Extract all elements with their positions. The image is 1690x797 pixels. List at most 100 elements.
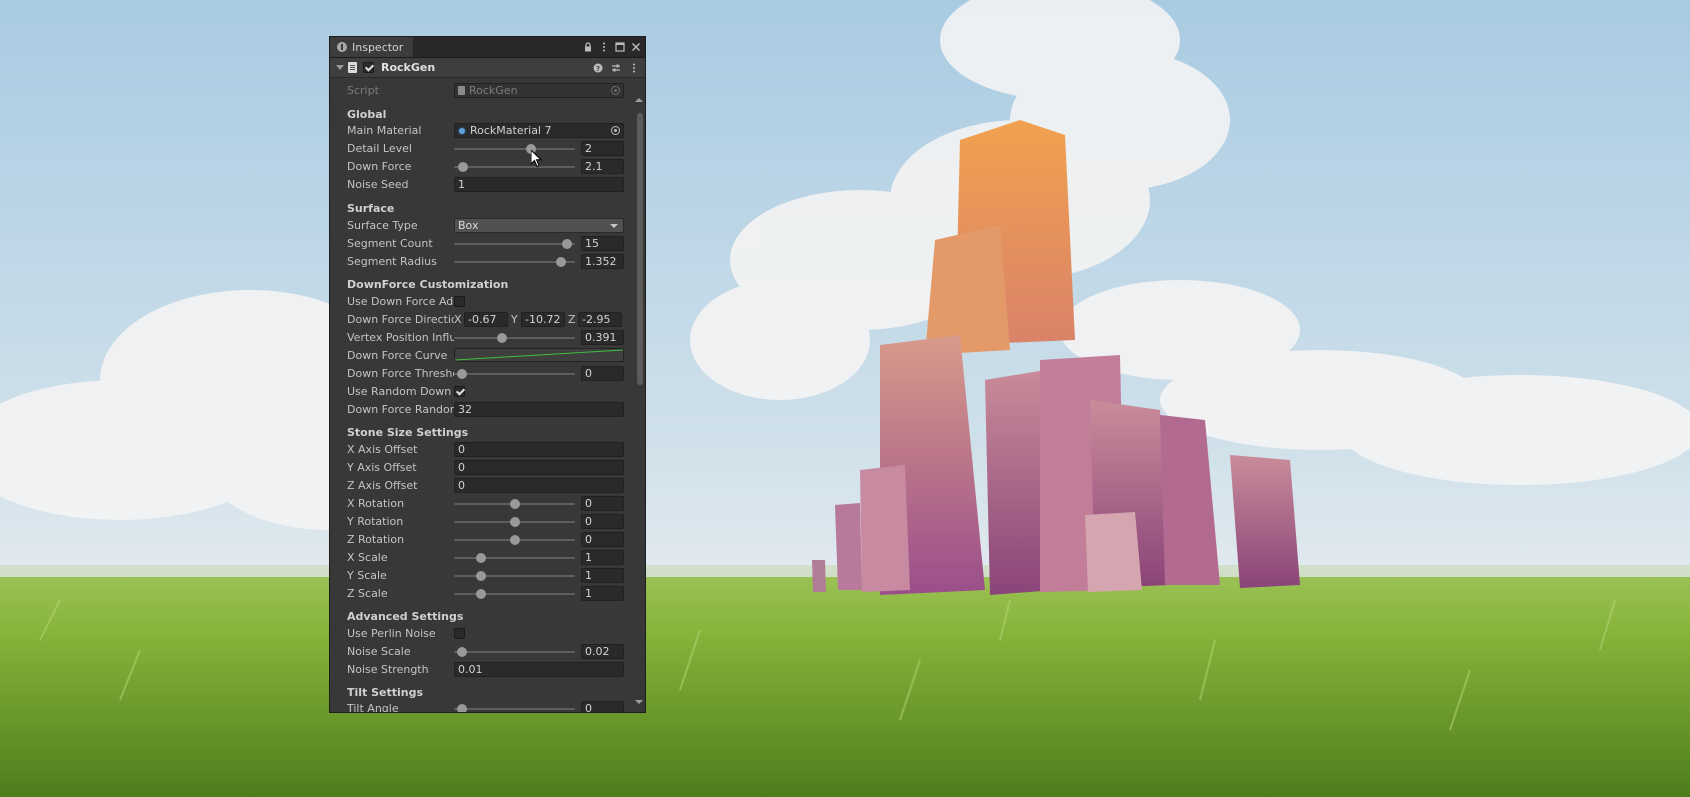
- slider-thumb[interactable]: [476, 553, 487, 563]
- z-rotation-input[interactable]: 0: [581, 532, 624, 547]
- slider-thumb[interactable]: [561, 239, 572, 249]
- noise-seed-input[interactable]: 1: [454, 177, 624, 192]
- slider-thumb[interactable]: [476, 589, 487, 599]
- x-rotation-label: X Rotation: [347, 497, 405, 510]
- downforce-threshold-input[interactable]: 0: [581, 366, 624, 381]
- x-offset-input[interactable]: 0: [454, 442, 624, 457]
- tilt-angle-label: Tilt Angle: [347, 702, 399, 713]
- use-perlin-checkbox[interactable]: [454, 628, 465, 639]
- scroll-down-arrow-icon[interactable]: [635, 700, 643, 704]
- lock-icon[interactable]: [583, 42, 593, 52]
- x-scale-slider[interactable]: [454, 549, 575, 566]
- slider-thumb[interactable]: [458, 162, 469, 172]
- slider-thumb[interactable]: [457, 704, 468, 712]
- preset-icon[interactable]: [611, 63, 621, 73]
- script-label: Script: [347, 84, 379, 97]
- z-offset-label: Z Axis Offset: [347, 479, 418, 492]
- main-material-field[interactable]: RockMaterial 7: [454, 123, 624, 138]
- use-downforce-addition-row: Use Down Force Addi: [347, 293, 622, 310]
- down-force-input[interactable]: 2.1: [581, 159, 624, 174]
- segment-radius-input[interactable]: 1.352: [581, 254, 624, 269]
- section-advanced: Advanced Settings: [347, 610, 464, 623]
- slider-thumb[interactable]: [457, 647, 468, 657]
- component-header[interactable]: RockGen ?: [330, 58, 645, 78]
- x-scale-label: X Scale: [347, 551, 388, 564]
- close-icon[interactable]: [631, 42, 641, 52]
- y-rotation-slider[interactable]: [454, 513, 575, 530]
- direction-z-input[interactable]: -2.95: [578, 312, 622, 327]
- vertex-influence-slider[interactable]: [454, 329, 575, 346]
- downforce-random-label: Down Force Random: [347, 403, 454, 416]
- tilt-angle-slider[interactable]: [454, 700, 575, 712]
- inspector-body: Script RockGen Global Main Material Rock…: [330, 78, 645, 713]
- downforce-threshold-slider[interactable]: [454, 365, 575, 382]
- downforce-random-input[interactable]: 32: [454, 402, 624, 417]
- y-offset-input[interactable]: 0: [454, 460, 624, 475]
- tab-label: Inspector: [352, 40, 404, 54]
- use-random-downforce-checkbox[interactable]: [454, 386, 465, 397]
- section-global: Global: [347, 108, 387, 121]
- z-rotation-slider[interactable]: [454, 531, 575, 548]
- object-picker-icon[interactable]: [611, 126, 620, 135]
- maximize-icon[interactable]: [615, 42, 625, 52]
- x-rotation-input[interactable]: 0: [581, 496, 624, 511]
- y-scale-slider[interactable]: [454, 567, 575, 584]
- detail-level-input[interactable]: 2: [581, 141, 624, 156]
- x-rotation-slider[interactable]: [454, 495, 575, 512]
- downforce-direction-vector: X -0.67 Y -10.72 Z -2.95: [454, 312, 624, 327]
- direction-x-input[interactable]: -0.67: [464, 312, 508, 327]
- z-scale-label: Z Scale: [347, 587, 388, 600]
- kebab-menu-icon[interactable]: [629, 63, 639, 73]
- slider-thumb[interactable]: [476, 571, 487, 581]
- svg-text:?: ?: [596, 65, 600, 73]
- material-icon: [458, 126, 466, 135]
- down-force-slider[interactable]: [454, 158, 575, 175]
- use-perlin-label: Use Perlin Noise: [347, 627, 436, 640]
- slider-thumb[interactable]: [509, 499, 520, 509]
- segment-radius-slider[interactable]: [454, 253, 575, 270]
- z-scale-input[interactable]: 1: [581, 586, 624, 601]
- detail-level-slider[interactable]: [454, 140, 575, 157]
- surface-type-label: Surface Type: [347, 219, 418, 232]
- section-downforce: DownForce Customization: [347, 278, 509, 291]
- noise-scale-slider[interactable]: [454, 643, 575, 660]
- downforce-threshold-label: Down Force Threshol: [347, 367, 454, 380]
- use-downforce-addition-checkbox[interactable]: [454, 296, 465, 307]
- slider-thumb[interactable]: [497, 333, 508, 343]
- slider-thumb[interactable]: [556, 257, 567, 267]
- y-rotation-label: Y Rotation: [347, 515, 404, 528]
- vertex-influence-input[interactable]: 0.391: [581, 330, 624, 345]
- game-viewport: [0, 0, 1690, 797]
- help-icon[interactable]: ?: [593, 63, 603, 73]
- downforce-curve-field[interactable]: [454, 348, 624, 362]
- x-offset-label: X Axis Offset: [347, 443, 418, 456]
- slider-thumb[interactable]: [509, 535, 520, 545]
- info-icon: [337, 42, 347, 52]
- z-scale-slider[interactable]: [454, 585, 575, 602]
- x-scale-input[interactable]: 1: [581, 550, 624, 565]
- segment-count-input[interactable]: 15: [581, 236, 624, 251]
- inspector-window: Inspector RockGen ? Script RockGen Globa…: [329, 36, 646, 713]
- section-tilt: Tilt Settings: [347, 686, 424, 699]
- axis-y-label: Y: [511, 313, 518, 326]
- y-scale-input[interactable]: 1: [581, 568, 624, 583]
- y-rotation-input[interactable]: 0: [581, 514, 624, 529]
- slider-thumb[interactable]: [457, 369, 468, 379]
- direction-y-input[interactable]: -10.72: [521, 312, 565, 327]
- tilt-angle-input[interactable]: 0: [581, 701, 624, 712]
- scroll-up-arrow-icon[interactable]: [635, 98, 643, 102]
- surface-type-dropdown[interactable]: Box: [454, 218, 624, 233]
- component-enabled-checkbox[interactable]: [363, 62, 374, 73]
- kebab-menu-icon[interactable]: [599, 42, 609, 52]
- curve-line: [455, 349, 623, 361]
- z-offset-input[interactable]: 0: [454, 478, 624, 493]
- inspector-titlebar: Inspector: [330, 37, 645, 58]
- section-surface: Surface: [347, 202, 395, 215]
- noise-scale-input[interactable]: 0.02: [581, 644, 624, 659]
- segment-count-slider[interactable]: [454, 235, 575, 252]
- slider-thumb[interactable]: [509, 517, 520, 527]
- tab-inspector[interactable]: Inspector: [330, 37, 415, 57]
- scrollbar-thumb[interactable]: [637, 113, 643, 385]
- foldout-arrow-icon[interactable]: [336, 65, 344, 70]
- noise-strength-input[interactable]: 0.01: [454, 662, 624, 677]
